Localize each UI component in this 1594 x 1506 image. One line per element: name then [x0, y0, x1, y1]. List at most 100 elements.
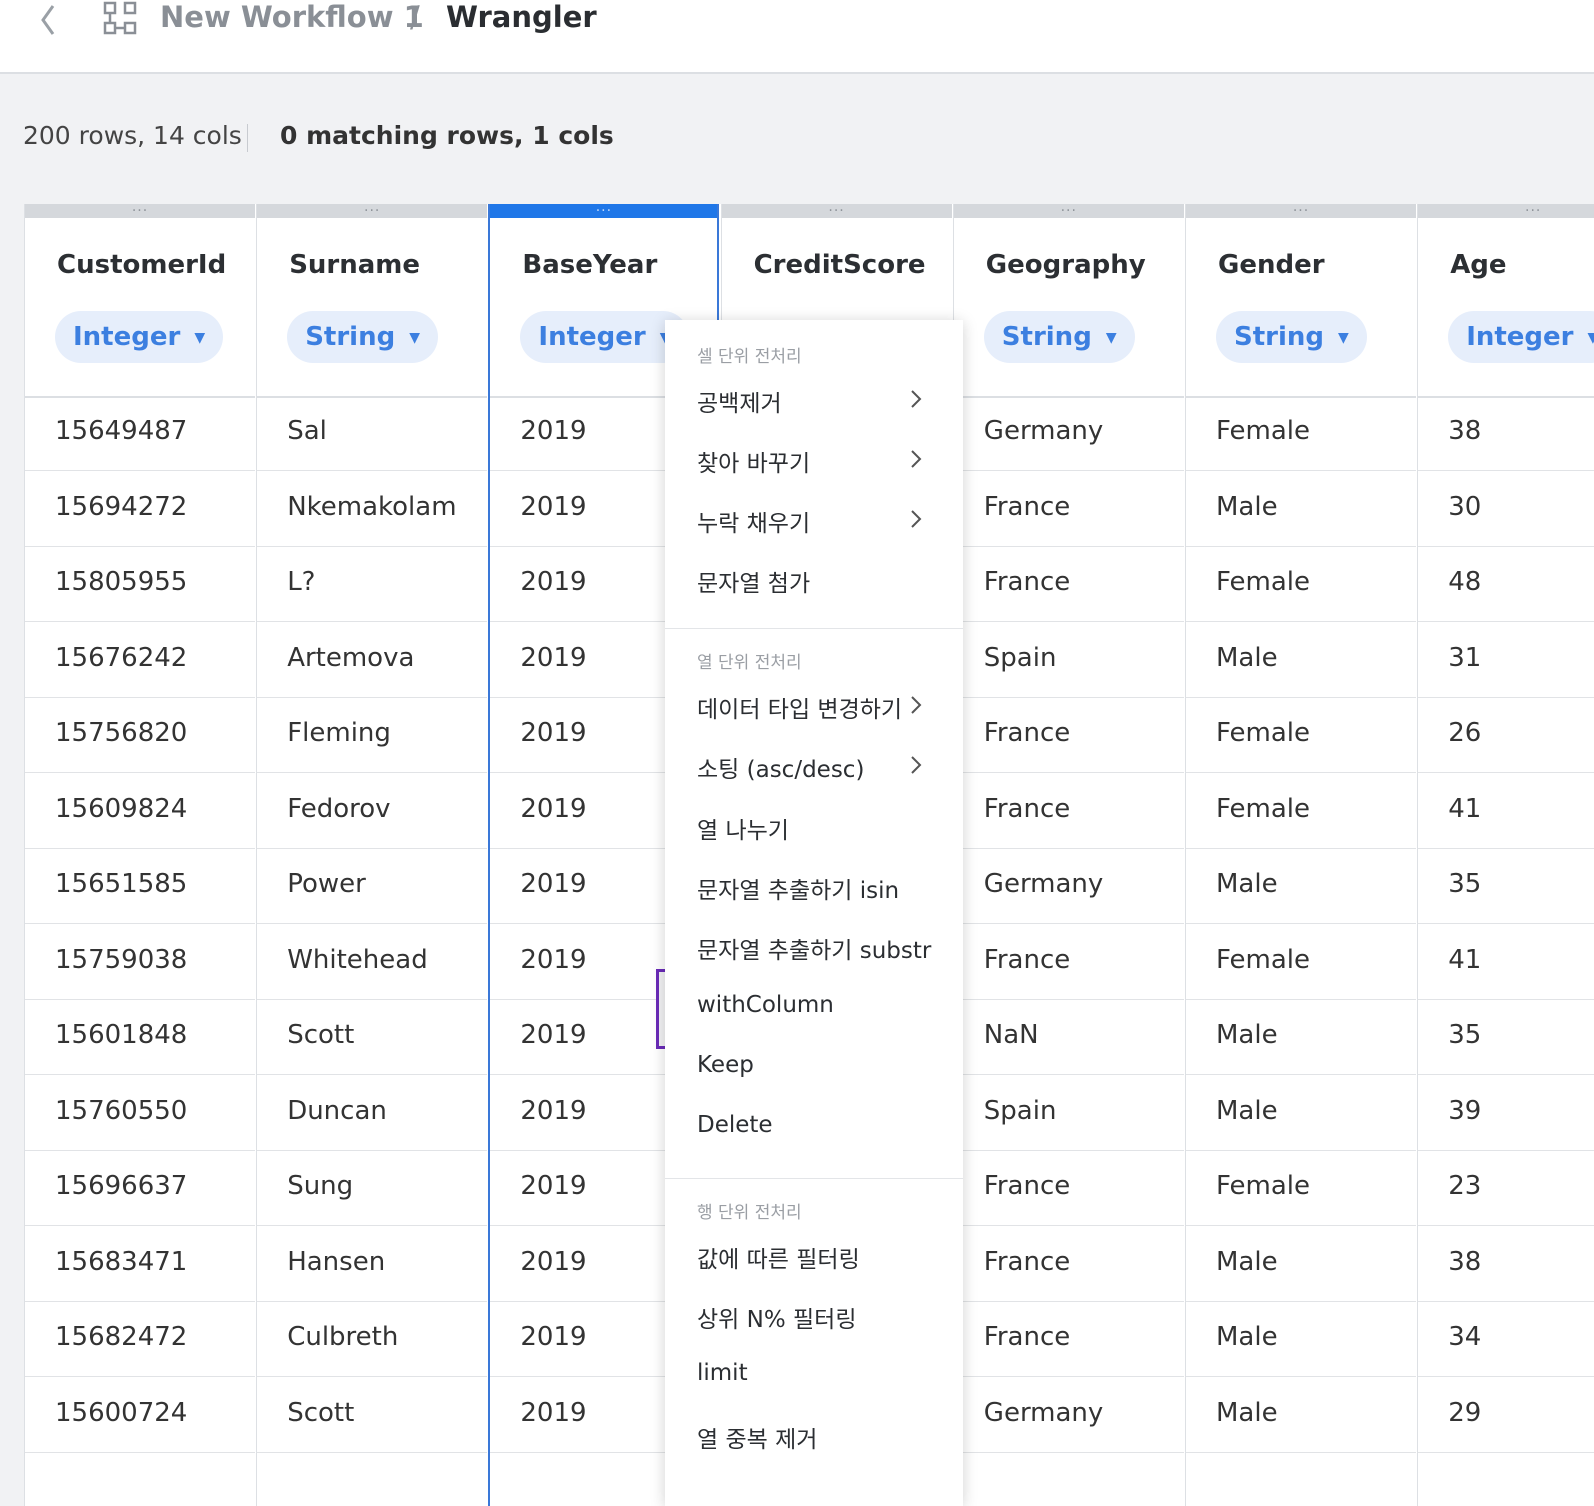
column-geography[interactable]: ... Geography String ▼ Germany France France Sp… [952, 204, 1184, 1506]
menu-item-n[interactable]: 상위 N% 필터링 [665, 1288, 963, 1344]
table-cell[interactable]: 26 [1418, 698, 1594, 773]
table-cell[interactable]: Male [1186, 1227, 1416, 1302]
table-cell[interactable]: Male [1186, 1378, 1416, 1453]
column-drag-handle[interactable]: ... [1186, 204, 1416, 218]
table-cell[interactable]: Duncan [257, 1076, 488, 1151]
menu-item-s0-1[interactable]: 찾아 바꾸기 [665, 432, 963, 488]
menu-item-isin[interactable]: 문자열 추출하기 isin [665, 859, 963, 915]
column-type-dropdown[interactable]: Integer▼ [1448, 311, 1594, 363]
table-cell[interactable]: 15805955 [25, 547, 255, 622]
breadcrumb-workflow-link[interactable]: New Workflow 1 [160, 0, 424, 34]
table-cell[interactable]: France [953, 698, 1184, 773]
menu-item-s2-3[interactable]: 열 중복 제거 [665, 1408, 963, 1464]
table-cell[interactable]: 30 [1418, 472, 1594, 547]
table-cell[interactable]: Spain [953, 623, 1184, 698]
table-cell[interactable]: France [953, 1151, 1184, 1226]
table-cell[interactable]: Germany [953, 396, 1184, 471]
table-cell[interactable]: 23 [1418, 1151, 1594, 1226]
column-age[interactable]: ... Age Integer ▼ 38 30 48 31 26 41 35 41 35 39 23 38 34… [1417, 204, 1594, 1506]
table-cell[interactable]: Germany [953, 1378, 1184, 1453]
table-cell[interactable]: 35 [1418, 1000, 1594, 1075]
table-cell[interactable]: Whitehead [257, 925, 488, 1000]
column-type-dropdown[interactable]: Integer▼ [55, 311, 224, 363]
column-surname[interactable]: ... Surname String ▼ Sal Nkemakolam L? Artemova… [256, 204, 488, 1506]
table-cell[interactable]: Culbreth [257, 1302, 488, 1377]
table-cell[interactable] [1186, 1453, 1416, 1506]
table-cell[interactable]: Female [1186, 925, 1416, 1000]
table-cell[interactable]: Scott [257, 1378, 488, 1453]
table-cell[interactable]: Fleming [257, 698, 488, 773]
menu-item-s1-0[interactable]: 데이터 타입 변경하기 [665, 678, 963, 734]
table-cell[interactable]: France [953, 1227, 1184, 1302]
table-cell[interactable]: L? [257, 547, 488, 622]
table-cell[interactable]: Male [1186, 1302, 1416, 1377]
column-drag-handle[interactable]: ... [953, 204, 1184, 218]
table-cell[interactable]: Nkemakolam [257, 472, 488, 547]
table-cell[interactable]: 15760550 [25, 1076, 255, 1151]
table-cell[interactable]: Spain [953, 1076, 1184, 1151]
column-type-dropdown[interactable]: String ▼ [983, 311, 1135, 363]
column-header[interactable]: CustomerId Integer ▼ [25, 218, 255, 398]
table-cell[interactable]: Female [1186, 774, 1416, 849]
column-header[interactable]: Age Integer ▼ [1418, 218, 1594, 398]
table-cell[interactable]: Scott [257, 1000, 488, 1075]
menu-item-s1-2[interactable]: 열 나누기 [665, 799, 963, 855]
column-drag-handle[interactable]: ... [1418, 204, 1594, 218]
table-cell[interactable]: Male [1186, 1076, 1416, 1151]
table-cell[interactable]: 15759038 [25, 925, 255, 1000]
table-cell[interactable]: France [953, 547, 1184, 622]
menu-item-asc-desc[interactable]: 소팅 (asc/desc) [665, 738, 963, 794]
table-cell[interactable]: 29 [1418, 1378, 1594, 1453]
menu-item-s0-2[interactable]: 누락 채우기 [665, 492, 963, 548]
table-cell[interactable]: 41 [1418, 774, 1594, 849]
table-cell[interactable]: Female [1186, 547, 1416, 622]
table-cell[interactable]: 15651585 [25, 849, 255, 924]
menu-item-s2-0[interactable]: 값에 따른 필터링 [665, 1228, 963, 1284]
menu-item-s0-3[interactable]: 문자열 첨가 [665, 552, 963, 608]
menu-item-substr[interactable]: 문자열 추출하기 substr [665, 919, 963, 975]
table-cell[interactable]: Sung [257, 1151, 488, 1226]
table-cell[interactable]: 39 [1418, 1076, 1594, 1151]
table-cell[interactable]: 38 [1418, 396, 1594, 471]
column-type-dropdown[interactable]: Integer▼ [520, 311, 689, 363]
table-cell[interactable]: Female [1186, 396, 1416, 471]
table-cell[interactable]: Male [1186, 1000, 1416, 1075]
table-cell[interactable] [25, 1453, 255, 1506]
table-cell[interactable] [954, 1453, 1184, 1506]
table-cell[interactable]: NaN [953, 1000, 1184, 1075]
back-chevron-icon[interactable] [34, 2, 64, 38]
table-cell[interactable]: France [953, 925, 1184, 1000]
table-cell[interactable]: 31 [1418, 623, 1594, 698]
table-cell[interactable]: 15683471 [25, 1227, 255, 1302]
column-type-dropdown[interactable]: String ▼ [1216, 311, 1367, 363]
table-cell[interactable]: Germany [953, 849, 1184, 924]
table-cell[interactable]: France [953, 472, 1184, 547]
table-cell[interactable]: France [953, 774, 1184, 849]
table-cell[interactable]: Female [1186, 1151, 1416, 1226]
table-cell[interactable]: 41 [1418, 925, 1594, 1000]
table-cell[interactable]: Power [257, 849, 488, 924]
table-cell[interactable]: 35 [1418, 849, 1594, 924]
menu-item-s0-0[interactable]: 공백제거 [665, 372, 963, 428]
column-header[interactable]: Gender String ▼ [1186, 218, 1416, 398]
table-cell[interactable]: Artemova [257, 623, 488, 698]
menu-item-keep[interactable]: Keep [665, 1040, 963, 1096]
table-cell[interactable]: Male [1186, 472, 1416, 547]
table-cell[interactable]: 15676242 [25, 623, 255, 698]
column-drag-handle[interactable]: ... [25, 204, 255, 218]
table-cell[interactable]: 15600724 [25, 1378, 255, 1453]
table-cell[interactable]: Male [1186, 623, 1416, 698]
table-cell[interactable]: 15694272 [25, 472, 255, 547]
table-cell[interactable]: Male [1186, 849, 1416, 924]
menu-item-withcolumn[interactable]: withColumn [665, 980, 963, 1036]
table-cell[interactable] [257, 1453, 487, 1506]
column-drag-handle[interactable]: ... [721, 204, 952, 218]
table-cell[interactable]: 48 [1418, 547, 1594, 622]
menu-item-limit[interactable]: limit [665, 1348, 963, 1404]
table-cell[interactable]: Female [1186, 698, 1416, 773]
table-cell[interactable]: 15682472 [25, 1302, 255, 1377]
table-cell[interactable]: 15756820 [25, 698, 255, 773]
table-cell[interactable]: 15609824 [25, 774, 255, 849]
column-header[interactable]: Surname String ▼ [257, 218, 488, 398]
table-cell[interactable]: 34 [1418, 1302, 1594, 1377]
